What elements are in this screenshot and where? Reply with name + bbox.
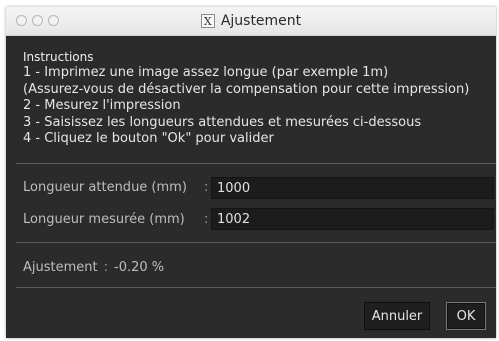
adjustment-dialog: X Ajustement Instructions 1 - Imprimez u… xyxy=(6,7,496,338)
adjustment-value: -0.20 % xyxy=(114,260,165,275)
divider xyxy=(16,163,496,164)
adjustment-separator: : xyxy=(103,260,109,275)
expected-length-input[interactable] xyxy=(211,177,494,199)
title-bar: X Ajustement xyxy=(6,7,496,36)
instruction-line: 1 - Imprimez une image assez longue (par… xyxy=(23,65,389,80)
ok-button[interactable]: OK xyxy=(446,302,486,330)
instruction-line: 2 - Mesurez l'impression xyxy=(23,98,181,113)
cancel-button[interactable]: Annuler xyxy=(364,302,430,330)
expected-length-colon: : xyxy=(204,180,209,195)
instructions-heading: Instructions xyxy=(23,50,94,64)
divider xyxy=(16,242,496,243)
measured-length-colon: : xyxy=(204,212,209,227)
expected-length-label: Longueur attendue (mm) xyxy=(23,180,187,195)
measured-length-label: Longueur mesurée (mm) xyxy=(23,212,185,227)
window-title: Ajustement xyxy=(220,13,302,29)
adjustment-result: Ajustement: -0.20 % xyxy=(23,260,164,276)
instructions-panel: Instructions 1 - Imprimez une image asse… xyxy=(23,50,493,148)
instruction-line: 3 - Saisissez les longueurs attendues et… xyxy=(23,114,422,130)
measured-length-input[interactable] xyxy=(211,208,494,230)
title-group: X Ajustement xyxy=(6,7,496,35)
instruction-line: (Assurez-vous de désactiver la compensat… xyxy=(23,81,470,97)
x11-icon: X xyxy=(200,14,215,28)
instruction-line: 4 - Cliquez le bouton "Ok" pour valider xyxy=(23,131,274,146)
adjustment-label: Ajustement xyxy=(23,260,98,275)
divider xyxy=(16,287,496,288)
